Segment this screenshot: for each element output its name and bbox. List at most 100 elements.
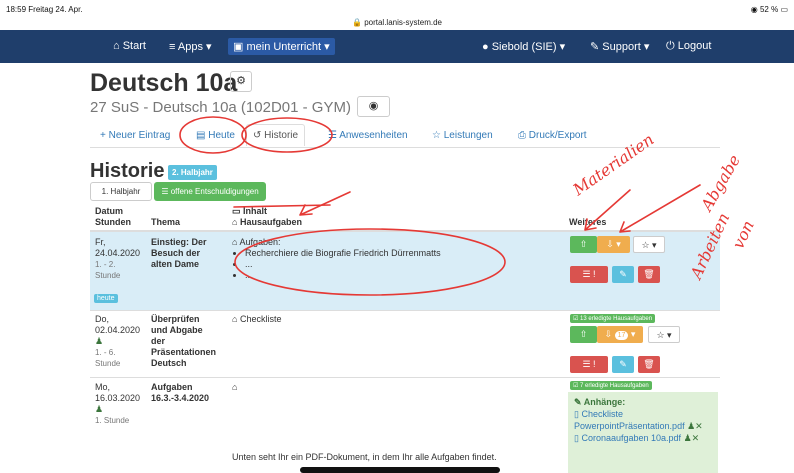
star-dropdown-button[interactable]: ☆ ▾ xyxy=(633,236,665,253)
star-icon: ☆ xyxy=(432,130,441,141)
tab-anwesenheiten[interactable]: ☰ Anwesenheiten xyxy=(328,130,408,141)
power-icon: ⏻ xyxy=(666,40,675,52)
home-icon: ⌂ xyxy=(113,40,120,52)
row3-date: Mo, 16.03.2020 ♟ 1. Stunde xyxy=(95,382,141,425)
tab-bar: + Neuer Eintrag ▤ Heute ↺ Historie ☰ Anw… xyxy=(90,124,720,148)
row1-task-list: Recherchiere die Biografie Friedrich Dür… xyxy=(245,248,441,281)
pencil-icon: ✎ xyxy=(619,359,627,369)
download-dropdown-button[interactable]: ⇩ 17 ▾ xyxy=(597,326,643,343)
row-divider xyxy=(90,377,720,378)
battery-indicator: ◉ 52 % ▭ xyxy=(750,5,788,14)
nav-support[interactable]: ✎ Support ▾ xyxy=(590,40,649,53)
comment-icon: ▭ xyxy=(232,206,241,216)
col-datum: Datum Stunden xyxy=(95,206,131,227)
person-icon: ♟ xyxy=(95,336,104,346)
row1-theme: Einstieg: Der Besuch der alten Dame xyxy=(151,237,207,269)
book-icon: ▣ xyxy=(233,41,244,53)
edit-button[interactable]: ✎ xyxy=(612,266,634,283)
trash-icon: 🗑 xyxy=(643,269,655,279)
course-subtitle: 27 SuS - Deutsch 10a (102D01 - GYM) xyxy=(90,99,351,116)
done-hw-badge: ☑ 7 erledigte Hausaufgaben xyxy=(570,381,652,390)
wrench-icon: ✎ xyxy=(590,41,600,53)
col-weiteres: Weiteres xyxy=(569,217,607,227)
row3-theme: Aufgaben 16.3.-3.4.2020 xyxy=(151,382,210,403)
col-inhalt: ▭ Inhalt ⌂ Hausaufgaben xyxy=(232,206,302,227)
paperclip-icon: ✎ xyxy=(574,397,582,407)
visibility-button[interactable]: ◉ xyxy=(357,96,390,117)
settings-button[interactable]: ⚙ xyxy=(230,71,252,92)
row3-note: Unten seht Ihr ein PDF-Dokument, in dem … xyxy=(232,452,497,462)
person-icon: ♟ xyxy=(95,404,104,414)
nav-mein-unterricht[interactable]: ▣ mein Unterricht ▾ xyxy=(228,38,335,55)
home-icon: ⌂ xyxy=(232,237,238,247)
open-tasks-button[interactable]: ☰ ! xyxy=(570,266,608,283)
file-icon: ▯ xyxy=(574,433,579,443)
calendar-icon: ▤ xyxy=(196,130,206,141)
annotation-abgabe: Abgabe xyxy=(696,151,744,215)
status-bar: 18:59 Freitag 24. Apr. 🔒 portal.lanis-sy… xyxy=(0,0,794,30)
tab-divider xyxy=(90,147,720,148)
attachment-link[interactable]: ▯ Coronaaufgaben 10a.pdf ♟✕ xyxy=(574,432,712,444)
tab-leistungen[interactable]: ☆ Leistungen xyxy=(432,130,493,141)
user-icon: ● xyxy=(482,41,489,53)
star-dropdown-button[interactable]: ☆ ▾ xyxy=(648,326,680,343)
delete-button[interactable]: 🗑 xyxy=(638,266,660,283)
list-item: ... xyxy=(245,259,441,270)
list-item: Recherchiere die Biografie Friedrich Dür… xyxy=(245,248,441,259)
upload-button[interactable]: ⇧ xyxy=(570,236,597,253)
nav-user[interactable]: ● Siebold (SIE) ▾ xyxy=(482,40,565,53)
history-icon: ↺ xyxy=(253,130,262,141)
arrow-abgabe xyxy=(619,184,701,233)
star-icon: ☆ xyxy=(641,240,650,250)
tab-druck-export[interactable]: ⎙ Druck/Export xyxy=(518,130,587,141)
upload-icon: ⇧ xyxy=(579,239,588,249)
row1-hw-label: ⌂ Aufgaben: xyxy=(232,237,281,247)
arrow-hausaufgaben xyxy=(299,191,351,216)
list-icon: ☰ xyxy=(161,187,169,196)
row2-date: Do, 02.04.2020 ♟ 1. - 6. Stunde xyxy=(95,314,141,368)
home-indicator xyxy=(300,467,500,473)
eye-icon: ◉ xyxy=(368,100,379,112)
offene-entschuldigungen-button[interactable]: ☰ offene Entschuldigungen xyxy=(154,182,266,201)
page-title: Deutsch 10a xyxy=(90,69,238,97)
tab-heute[interactable]: ▤ Heute xyxy=(196,130,235,141)
edit-button[interactable]: ✎ xyxy=(612,356,634,373)
file-icon: ▯ xyxy=(574,409,579,419)
row2-theme: Überprüfen und Abgabe der Präsentationen Deu… xyxy=(151,314,217,368)
home-icon: ⌂ xyxy=(232,382,238,392)
clock: 18:59 Freitag 24. Apr. xyxy=(6,5,83,14)
list-item: ... xyxy=(245,270,441,281)
gear-icon: ⚙ xyxy=(236,75,246,87)
home-icon: ⌂ xyxy=(232,314,238,324)
list-icon: ☰ xyxy=(582,269,591,279)
upload-button[interactable]: ⇧ xyxy=(570,326,597,343)
list-icon: ☰ xyxy=(582,359,591,369)
tab-neuer-eintrag[interactable]: + Neuer Eintrag xyxy=(100,130,170,141)
download-dropdown-button[interactable]: ⇩ ▾ xyxy=(597,236,630,253)
download-icon: ⇩ xyxy=(606,239,614,249)
section-title: Historie xyxy=(90,160,165,182)
nav-logout[interactable]: ⏻ Logout xyxy=(666,40,711,53)
row1-date: Fr, 24.04.2020 1. - 2. Stunde xyxy=(95,237,141,280)
row2-inhalt: ⌂ Checkliste xyxy=(232,314,282,324)
delete-button[interactable]: 🗑 xyxy=(638,356,660,373)
attachment-link[interactable]: ▯ Checkliste PowerpointPräsentation.pdf … xyxy=(574,408,712,432)
halbjahr-badge: 2. Halbjahr xyxy=(168,165,217,180)
download-icon: ⇩ xyxy=(604,329,613,339)
row-divider xyxy=(90,310,720,311)
print-icon: ⎙ xyxy=(518,130,526,141)
nav-apps[interactable]: ≡ Apps ▾ xyxy=(169,40,212,53)
done-hw-badge: ☑ 13 erledigte Hausaufgaben xyxy=(570,314,656,323)
halbjahr-button[interactable]: 1. Halbjahr xyxy=(90,182,152,201)
attachments-panel: ✎ Anhänge: ▯ Checkliste PowerpointPräsen… xyxy=(568,392,718,473)
trash-icon: 🗑 xyxy=(643,359,655,369)
home-icon: ⌂ xyxy=(232,217,238,227)
menu-icon: ≡ xyxy=(169,41,176,53)
nav-start[interactable]: ⌂ Start xyxy=(113,40,146,52)
url-bar[interactable]: 🔒 portal.lanis-system.de xyxy=(0,18,794,27)
open-tasks-button[interactable]: ☰ ! xyxy=(570,356,608,373)
top-navbar: ⌂ Start ≡ Apps ▾ ▣ mein Unterricht ▾ ● S… xyxy=(0,30,794,63)
tab-historie[interactable]: ↺ Historie xyxy=(246,124,306,146)
today-badge: heute xyxy=(94,294,118,303)
list-icon: ☰ xyxy=(328,130,337,141)
